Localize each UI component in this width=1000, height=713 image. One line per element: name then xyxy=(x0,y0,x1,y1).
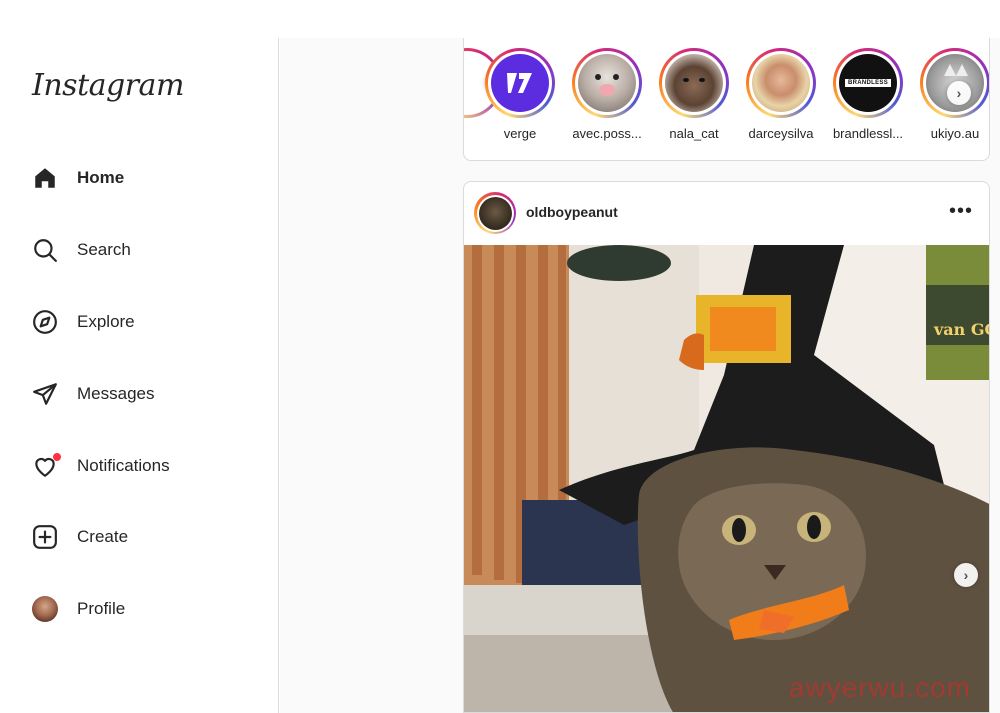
nav-item-messages[interactable]: Messages xyxy=(22,369,257,419)
avatar xyxy=(478,196,512,230)
profile-avatar-wrap xyxy=(32,596,58,622)
paper-plane-icon xyxy=(32,381,58,407)
story-item[interactable]: verge xyxy=(482,48,558,141)
poster-text: van GOGH xyxy=(933,320,990,339)
instagram-logo[interactable]: Instagram xyxy=(32,68,184,103)
nav-label-notifications: Notifications xyxy=(77,456,170,475)
nav-label-explore: Explore xyxy=(77,312,135,331)
story-name: verge xyxy=(503,126,537,141)
feed-post: oldboypeanut ••• van GOGH xyxy=(463,181,990,713)
story-name: ukiyo.au xyxy=(930,126,980,141)
brandless-logo: BRANDLESS xyxy=(844,79,892,87)
story-item[interactable]: BRANDLESS brandlessl... xyxy=(830,48,906,141)
story-name: avec.poss... xyxy=(572,126,642,141)
story-item[interactable]: darceysilva xyxy=(743,48,819,141)
nav-item-explore[interactable]: Explore xyxy=(22,297,257,347)
sidebar: Instagram Home Search Explore Messages N… xyxy=(0,38,279,713)
chevron-right-icon[interactable]: › xyxy=(947,81,971,105)
avatar xyxy=(32,596,58,622)
heart-icon xyxy=(32,453,61,479)
nav-item-search[interactable]: Search xyxy=(22,225,257,275)
story-avatar-darcey xyxy=(752,54,810,112)
notification-badge xyxy=(53,453,61,461)
search-icon xyxy=(32,237,58,263)
post-username[interactable]: oldboypeanut xyxy=(526,204,618,220)
story-avatar-brandless: BRANDLESS xyxy=(839,54,897,112)
more-horizontal-icon[interactable]: ••• xyxy=(949,200,973,223)
watermark: awyerwu.com xyxy=(788,672,971,703)
home-icon xyxy=(32,165,58,191)
story-avatar-verge xyxy=(491,54,549,112)
compass-icon xyxy=(32,309,58,335)
story-name: brandlessl... xyxy=(832,126,904,141)
story-avatar-possum xyxy=(578,54,636,112)
story-name: darceysilva xyxy=(748,126,814,141)
nav-label-profile: Profile xyxy=(77,599,126,618)
post-avatar-ring[interactable] xyxy=(474,192,516,234)
story-item[interactable]: avec.poss... xyxy=(569,48,645,141)
story-avatar-nala xyxy=(665,54,723,112)
nav-label-messages: Messages xyxy=(77,384,155,403)
story-item[interactable]: nala_cat xyxy=(656,48,732,141)
nav-item-home[interactable]: Home xyxy=(22,153,257,203)
stories-tray: . ‹ verge avec.poss... xyxy=(463,38,990,161)
chevron-right-icon[interactable]: › xyxy=(954,563,978,587)
main-feed: . ‹ verge avec.poss... xyxy=(280,38,1000,713)
nav-label-search: Search xyxy=(77,240,131,259)
nav-item-create[interactable]: Create xyxy=(22,512,257,562)
nav-item-profile[interactable]: Profile xyxy=(22,584,257,634)
nav-label-home: Home xyxy=(77,168,125,187)
post-image[interactable]: van GOGH › awyerwu.com xyxy=(464,245,990,712)
nav-label-create: Create xyxy=(77,527,129,546)
story-name: nala_cat xyxy=(669,126,719,141)
plus-square-icon xyxy=(32,524,58,550)
post-header: oldboypeanut ••• xyxy=(464,182,989,245)
nav-item-notifications[interactable]: Notifications xyxy=(22,441,257,491)
